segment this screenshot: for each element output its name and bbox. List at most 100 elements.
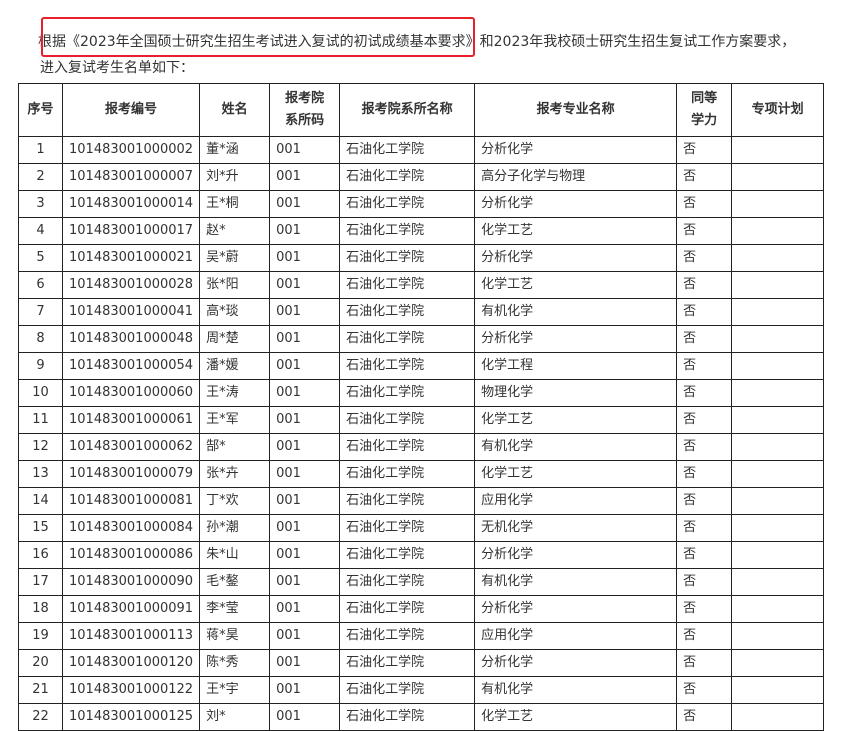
cell-equivalent: 否: [676, 676, 733, 704]
cell-exam-number: 101483001000125: [61, 703, 201, 731]
cell-major: 化学工艺: [474, 217, 678, 245]
cell-equivalent: 否: [676, 298, 733, 326]
cell-dept-name: 石油化工学院: [339, 190, 476, 218]
cell-index: 10: [18, 379, 63, 407]
table-body: 1 101483001000002 董*涵 001 石油化工学院 分析化学否 2 101483…: [18, 136, 825, 731]
cell-name: 王*军: [199, 406, 271, 434]
table-row: 17 101483001000090 毛*鏊 001 石油化工学院 有机化学否: [18, 568, 825, 596]
cell-dept-code: 001: [269, 190, 341, 218]
cell-dept-code: 001: [269, 541, 341, 569]
cell-index: 13: [18, 460, 63, 488]
cell-equivalent: 否: [676, 595, 733, 623]
cell-index: 8: [18, 325, 63, 353]
table-row: 3 101483001000014 王*桐 001 石油化工学院 分析化学否: [18, 190, 825, 218]
header-special-plan: 专项计划: [731, 83, 825, 137]
table-row: 10 101483001000060 王*涛 001 石油化工学院 物理化学否: [18, 379, 825, 407]
cell-dept-name: 石油化工学院: [339, 703, 476, 731]
cell-major: 无机化学: [474, 514, 678, 542]
cell-major: 分析化学: [474, 244, 678, 272]
intro-prefix: 根据: [38, 34, 66, 50]
cell-major: 化学工艺: [474, 460, 678, 488]
cell-major: 分析化学: [474, 649, 678, 677]
cell-name: 张*阳: [199, 271, 271, 299]
cell-equivalent: 否: [676, 541, 733, 569]
header-dept-code-line1: 报考院: [285, 91, 325, 106]
cell-name: 王*桐: [199, 190, 271, 218]
cell-special-plan: [731, 298, 825, 326]
cell-major: 分析化学: [474, 541, 678, 569]
cell-major: 应用化学: [474, 487, 678, 515]
cell-equivalent: 否: [676, 460, 733, 488]
cell-dept-code: 001: [269, 217, 341, 245]
cell-name: 李*莹: [199, 595, 271, 623]
cell-index: 3: [18, 190, 63, 218]
cell-dept-name: 石油化工学院: [339, 487, 476, 515]
cell-special-plan: [731, 406, 825, 434]
cell-dept-code: 001: [269, 703, 341, 731]
cell-special-plan: [731, 271, 825, 299]
cell-name: 吴*蔚: [199, 244, 271, 272]
cell-exam-number: 101483001000014: [61, 190, 201, 218]
cell-name: 周*楚: [199, 325, 271, 353]
header-equivalent-line2: 学力: [691, 113, 718, 128]
cell-equivalent: 否: [676, 190, 733, 218]
cell-dept-code: 001: [269, 487, 341, 515]
cell-dept-name: 石油化工学院: [339, 433, 476, 461]
cell-dept-code: 001: [269, 568, 341, 596]
cell-index: 2: [18, 163, 63, 191]
cell-equivalent: 否: [676, 352, 733, 380]
header-index: 序号: [18, 83, 63, 137]
cell-dept-name: 石油化工学院: [339, 568, 476, 596]
table-row: 20 101483001000120 陈*秀 001 石油化工学院 分析化学否: [18, 649, 825, 677]
table-row: 14 101483001000081 丁*欢 001 石油化工学院 应用化学否: [18, 487, 825, 515]
table-row: 8 101483001000048 周*楚 001 石油化工学院 分析化学否: [18, 325, 825, 353]
cell-dept-name: 石油化工学院: [339, 595, 476, 623]
cell-exam-number: 101483001000062: [61, 433, 201, 461]
table-row: 5 101483001000021 吴*蔚 001 石油化工学院 分析化学否: [18, 244, 825, 272]
retest-candidate-table: 序号 报考编号 姓名 报考院 系所码 报考院系所名称 报考专业名称 同等 学力 专项…: [18, 83, 825, 731]
cell-major: 有机化学: [474, 676, 678, 704]
cell-equivalent: 否: [676, 244, 733, 272]
cell-exam-number: 101483001000041: [61, 298, 201, 326]
cell-equivalent: 否: [676, 136, 733, 164]
cell-index: 1: [18, 136, 63, 164]
cell-index: 15: [18, 514, 63, 542]
cell-major: 有机化学: [474, 298, 678, 326]
cell-special-plan: [731, 190, 825, 218]
cell-exam-number: 101483001000091: [61, 595, 201, 623]
cell-major: 分析化学: [474, 595, 678, 623]
cell-index: 22: [18, 703, 63, 731]
cell-index: 12: [18, 433, 63, 461]
cell-major: 化学工艺: [474, 271, 678, 299]
header-dept-name: 报考院系所名称: [339, 83, 476, 137]
cell-dept-name: 石油化工学院: [339, 163, 476, 191]
cell-name: 刘*升: [199, 163, 271, 191]
cell-dept-code: 001: [269, 649, 341, 677]
cell-index: 5: [18, 244, 63, 272]
cell-major: 化学工艺: [474, 703, 678, 731]
cell-exam-number: 101483001000090: [61, 568, 201, 596]
cell-dept-code: 001: [269, 271, 341, 299]
cell-special-plan: [731, 595, 825, 623]
cell-dept-name: 石油化工学院: [339, 622, 476, 650]
cell-dept-name: 石油化工学院: [339, 325, 476, 353]
cell-exam-number: 101483001000007: [61, 163, 201, 191]
cell-special-plan: [731, 514, 825, 542]
cell-index: 6: [18, 271, 63, 299]
table-row: 15 101483001000084 孙*潮 001 石油化工学院 无机化学否: [18, 514, 825, 542]
table-row: 1 101483001000002 董*涵 001 石油化工学院 分析化学否: [18, 136, 825, 164]
cell-dept-code: 001: [269, 325, 341, 353]
cell-exam-number: 101483001000113: [61, 622, 201, 650]
intro-line-1: 根据《2023年全国硕士研究生招生考试进入复试的初试成绩基本要求》和2023年我…: [38, 29, 838, 55]
cell-dept-name: 石油化工学院: [339, 460, 476, 488]
cell-special-plan: [731, 325, 825, 353]
cell-index: 16: [18, 541, 63, 569]
cell-exam-number: 101483001000017: [61, 217, 201, 245]
header-equivalent: 同等 学力: [676, 83, 733, 137]
cell-exam-number: 101483001000028: [61, 271, 201, 299]
cell-name: 陈*秀: [199, 649, 271, 677]
cell-equivalent: 否: [676, 649, 733, 677]
intro-quoted-document: 《2023年全国硕士研究生招生考试进入复试的初试成绩基本要求》: [66, 34, 480, 50]
cell-dept-name: 石油化工学院: [339, 379, 476, 407]
cell-exam-number: 101483001000060: [61, 379, 201, 407]
